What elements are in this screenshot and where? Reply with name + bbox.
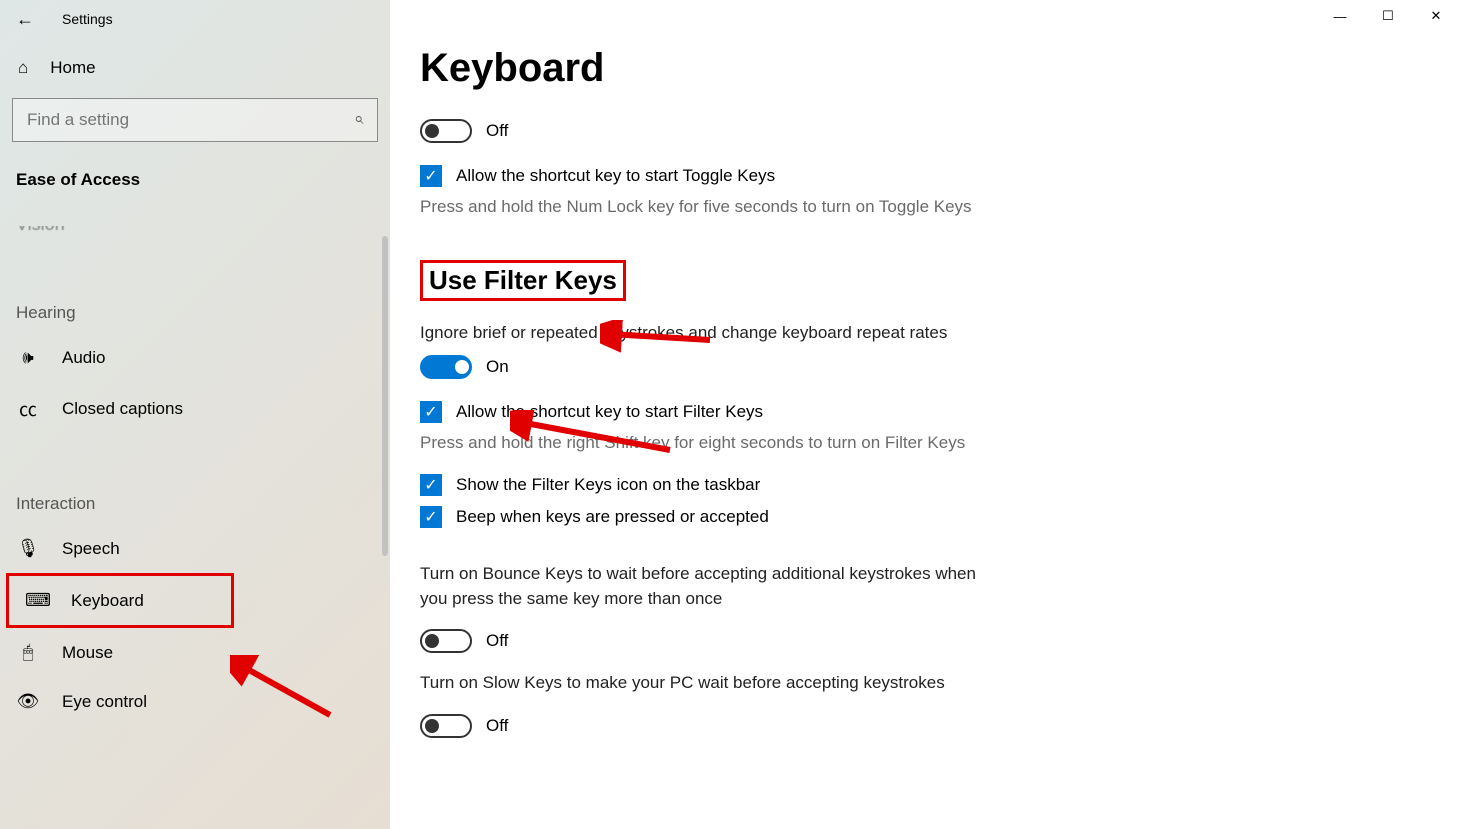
toggle-keys-state: Off <box>486 121 508 141</box>
bounce-keys-state: Off <box>486 631 508 651</box>
toggle-keys-hint: Press and hold the Num Lock key for five… <box>420 195 980 220</box>
sidebar-item-label: Eye control <box>62 692 147 712</box>
sidebar: ← Settings ⌂ Home ⌕ Ease of Access Visio… <box>0 0 390 829</box>
maximize-button[interactable]: ☐ <box>1364 0 1412 32</box>
sidebar-item-label: Speech <box>62 539 120 559</box>
search-wrap: ⌕ <box>12 98 378 142</box>
minimize-icon: — <box>1334 9 1347 24</box>
filter-keys-heading: Use Filter Keys <box>420 260 626 301</box>
category-title: Ease of Access <box>0 170 390 190</box>
sidebar-scroll[interactable]: Vision Hearing 🕪 Audio ㏄ Closed captions… <box>0 226 380 829</box>
slow-keys-state: Off <box>486 716 508 736</box>
checkbox-beep[interactable]: ✓ <box>420 506 442 528</box>
audio-icon: 🕪 <box>16 347 40 368</box>
titlebar: ← Settings <box>0 0 390 38</box>
search-input[interactable] <box>12 98 378 142</box>
mouse-icon: 🖱 <box>16 642 40 663</box>
mic-icon: 🎙 <box>16 538 40 559</box>
cut-vision: Vision <box>0 226 380 235</box>
search-icon: ⌕ <box>354 109 364 129</box>
sidebar-item-label: Audio <box>62 348 105 368</box>
home-icon: ⌂ <box>18 58 28 78</box>
group-hearing: Hearing <box>0 281 380 333</box>
checkbox-allow-toggle-keys-shortcut[interactable]: ✓ <box>420 165 442 187</box>
filter-keys-desc: Ignore brief or repeated keystrokes and … <box>420 321 980 346</box>
toggle-slow-keys[interactable] <box>420 714 472 738</box>
sidebar-item-keyboard[interactable]: ⌨ Keyboard <box>6 573 234 628</box>
minimize-button[interactable]: — <box>1316 0 1364 32</box>
sidebar-item-label: Closed captions <box>62 399 183 419</box>
sidebar-item-label: Mouse <box>62 643 113 663</box>
filter-keys-state: On <box>486 357 509 377</box>
window-title: Settings <box>62 11 113 27</box>
sidebar-item-audio[interactable]: 🕪 Audio <box>0 333 380 382</box>
beep-label: Beep when keys are pressed or accepted <box>456 507 769 527</box>
window-controls: — ☐ ✕ <box>1316 0 1460 32</box>
sidebar-item-home[interactable]: ⌂ Home <box>0 38 390 98</box>
group-interaction: Interaction <box>0 472 380 524</box>
main: — ☐ ✕ Keyboard Off ✓ Allow the shortcut … <box>390 0 1460 829</box>
slow-keys-desc: Turn on Slow Keys to make your PC wait b… <box>420 671 980 696</box>
maximize-icon: ☐ <box>1382 8 1394 24</box>
eye-icon: 👁 <box>16 691 40 712</box>
home-label: Home <box>50 58 95 78</box>
sidebar-item-eye-control[interactable]: 👁 Eye control <box>0 677 380 726</box>
sidebar-item-mouse[interactable]: 🖱 Mouse <box>0 628 380 677</box>
allow-filter-keys-label: Allow the shortcut key to start Filter K… <box>456 402 763 422</box>
page-title: Keyboard <box>420 46 1080 91</box>
keyboard-icon: ⌨ <box>25 590 49 611</box>
back-icon[interactable]: ← <box>16 9 34 30</box>
bounce-keys-desc: Turn on Bounce Keys to wait before accep… <box>420 562 980 611</box>
checkbox-allow-filter-keys-shortcut[interactable]: ✓ <box>420 401 442 423</box>
toggle-toggle-keys[interactable] <box>420 119 472 143</box>
checkbox-show-filter-icon[interactable]: ✓ <box>420 474 442 496</box>
scrollbar[interactable] <box>382 236 388 556</box>
show-filter-icon-label: Show the Filter Keys icon on the taskbar <box>456 475 760 495</box>
sidebar-item-speech[interactable]: 🎙 Speech <box>0 524 380 573</box>
sidebar-item-closed-captions[interactable]: ㏄ Closed captions <box>0 382 380 436</box>
cc-icon: ㏄ <box>16 396 40 422</box>
filter-keys-hint: Press and hold the right Shift key for e… <box>420 431 980 456</box>
allow-toggle-keys-label: Allow the shortcut key to start Toggle K… <box>456 166 775 186</box>
sidebar-item-label: Keyboard <box>71 591 144 611</box>
toggle-bounce-keys[interactable] <box>420 629 472 653</box>
page-content: Keyboard Off ✓ Allow the shortcut key to… <box>390 0 1110 738</box>
close-button[interactable]: ✕ <box>1412 0 1460 32</box>
toggle-filter-keys[interactable] <box>420 355 472 379</box>
close-icon: ✕ <box>1431 8 1442 24</box>
